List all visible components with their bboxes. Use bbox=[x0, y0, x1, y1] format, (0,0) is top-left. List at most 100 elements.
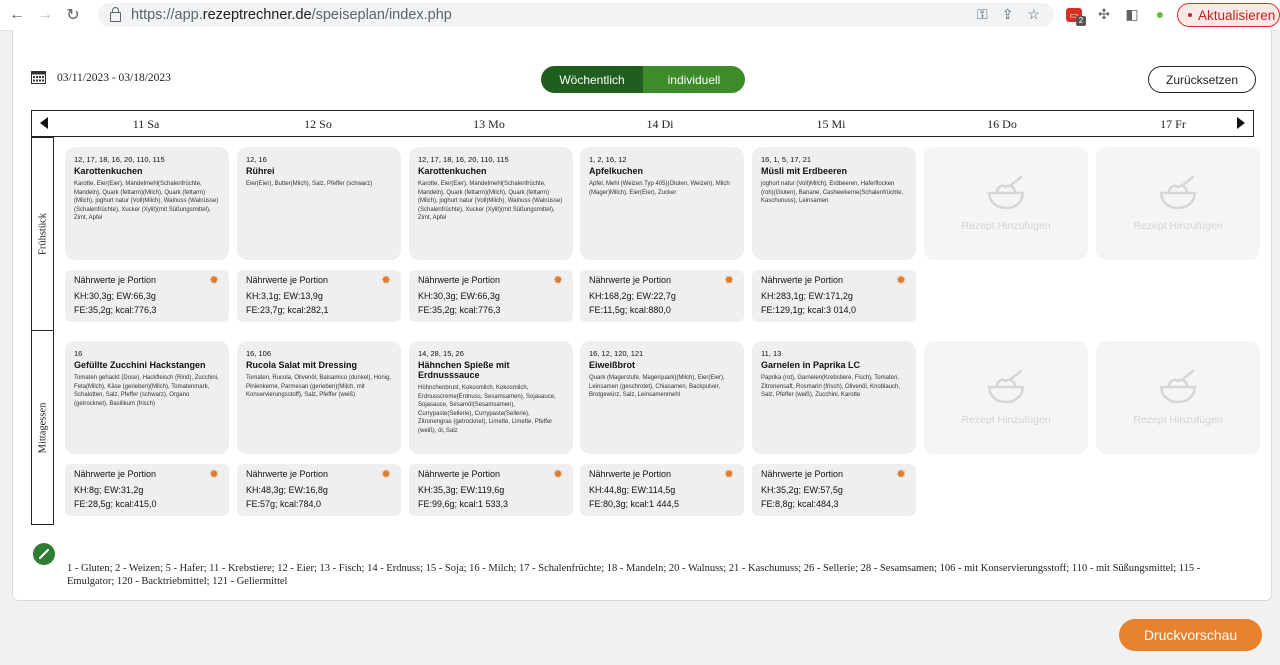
gear-icon[interactable]: ✹ bbox=[896, 274, 907, 286]
recipe-ingredients: Karotte, Eier(Eier), Mandelmehl(Schalenf… bbox=[418, 181, 563, 221]
gear-icon[interactable]: ✹ bbox=[553, 468, 564, 480]
nutrition-line: KH:8g; EW:31,2g bbox=[74, 485, 144, 495]
recipe-ingredients: Karotte, Eier(Eier), Mandelmehl(Schalenf… bbox=[74, 181, 219, 221]
forward-icon[interactable]: → bbox=[34, 4, 56, 26]
nutrition-box: Nährwerte je Portion ✹ KH:30,3g; EW:66,3g F… bbox=[409, 270, 573, 322]
gear-icon[interactable]: ✹ bbox=[724, 274, 735, 286]
add-recipe-label: Rezept Hinzufügen bbox=[961, 220, 1051, 232]
toggle-weekly[interactable]: Wöchentlich bbox=[541, 66, 643, 93]
recipe-title: Gefüllte Zucchini Hackstangen bbox=[74, 360, 206, 370]
add-recipe-slot[interactable]: Rezept Hinzufügen bbox=[924, 341, 1088, 454]
gear-icon[interactable]: ✹ bbox=[381, 468, 392, 480]
bowl-icon bbox=[1159, 175, 1197, 210]
recipe-title: Rührei bbox=[246, 166, 275, 176]
recipe-card[interactable]: 16 Gefüllte Zucchini Hackstangen Tomaten g… bbox=[65, 341, 229, 454]
recipe-ingredients: Tomaten, Rucola, Olivenöl, Balsamico (du… bbox=[246, 375, 392, 398]
recipe-title: Garnelen in Paprika LC bbox=[761, 360, 861, 370]
recipe-card[interactable]: 11, 13 Garnelen in Paprika LC Paprika (rot… bbox=[752, 341, 916, 454]
meal-row-breakfast: Frühstück bbox=[31, 137, 54, 331]
print-preview-button[interactable]: Druckvorschau bbox=[1119, 619, 1262, 651]
recipe-allergens: 16, 1, 5, 17, 21 bbox=[761, 155, 812, 164]
nutrition-line: FE:23,7g; kcal:282,1 bbox=[246, 305, 329, 315]
recipe-allergens: 16, 12, 120, 121 bbox=[589, 349, 644, 358]
back-icon[interactable]: ← bbox=[6, 4, 28, 26]
recipe-card[interactable]: 12, 17, 18, 16, 20, 110, 115 Karottenkuch… bbox=[409, 147, 573, 260]
day-label: 11 Sa bbox=[132, 117, 160, 131]
recipe-allergens: 16 bbox=[74, 349, 83, 358]
recipe-ingredients: Paprika (rot), Garnelen(Krebstiere, Fisc… bbox=[761, 375, 901, 398]
gear-icon[interactable]: ✹ bbox=[209, 274, 220, 286]
update-button[interactable]: Aktualisieren bbox=[1177, 3, 1280, 27]
url-text: https://app.rezeptrechner.de/speiseplan/… bbox=[131, 7, 452, 23]
sidebar-icon[interactable]: ◧ bbox=[1122, 4, 1142, 24]
edit-button[interactable] bbox=[33, 543, 55, 565]
day-label: 13 Mo bbox=[473, 117, 505, 131]
key-icon[interactable]: ⚿ bbox=[977, 6, 988, 23]
recipe-card[interactable]: 12, 17, 18, 16, 20, 110, 115 Karottenkuch… bbox=[65, 147, 229, 260]
puzzle-icon[interactable]: ✣ bbox=[1094, 4, 1114, 24]
recipe-ingredients: Apfel, Mehl (Weizen Typ 405)(Gluten, Wei… bbox=[589, 181, 730, 196]
add-recipe-slot[interactable]: Rezept Hinzufügen bbox=[1096, 341, 1260, 454]
address-bar[interactable]: https://app.rezeptrechner.de/speiseplan/… bbox=[98, 3, 1054, 27]
meal-plan-card: 03/11/2023 - 03/18/2023 Wöchentlich indi… bbox=[12, 30, 1272, 601]
pencil-icon bbox=[39, 549, 49, 559]
nutrition-title: Nährwerte je Portion bbox=[74, 469, 157, 479]
nutrition-line: KH:283,1g; EW:171,2g bbox=[761, 291, 853, 301]
gear-icon[interactable]: ✹ bbox=[724, 468, 735, 480]
nutrition-box: Nährwerte je Portion ✹ KH:3,1g; EW:13,9g FE… bbox=[237, 270, 401, 322]
nutrition-title: Nährwerte je Portion bbox=[589, 275, 672, 285]
recipe-title: Apfelkuchen bbox=[589, 166, 644, 176]
nutrition-box: Nährwerte je Portion ✹ KH:48,3g; EW:16,8g F… bbox=[237, 464, 401, 516]
browser-toolbar: ← → ↻ https://app.rezeptrechner.de/speis… bbox=[0, 0, 1280, 31]
nutrition-line: KH:30,3g; EW:66,3g bbox=[418, 291, 500, 301]
share-icon[interactable]: ⇪ bbox=[1002, 6, 1014, 23]
recipe-card[interactable]: 16, 106 Rucola Salat mit Dressing Tomaten,… bbox=[237, 341, 401, 454]
gear-icon[interactable]: ✹ bbox=[209, 468, 220, 480]
calendar-icon[interactable] bbox=[31, 70, 46, 84]
bowl-icon bbox=[987, 175, 1025, 210]
recipe-card[interactable]: 12, 16 Rührei Eier(Eier), Butter(Milch), S… bbox=[237, 147, 401, 260]
nutrition-line: KH:168,2g; EW:22,7g bbox=[589, 291, 676, 301]
reload-icon[interactable]: ↻ bbox=[62, 4, 84, 26]
day-label: 12 So bbox=[304, 117, 332, 131]
nutrition-line: KH:48,3g; EW:16,8g bbox=[246, 485, 328, 495]
recipe-card[interactable]: 1, 2, 16, 12 Apfelkuchen Apfel, Mehl (Weiz… bbox=[580, 147, 744, 260]
nutrition-title: Nährwerte je Portion bbox=[246, 469, 329, 479]
day-label: 16 Do bbox=[987, 117, 1017, 131]
recipe-allergens: 12, 17, 18, 16, 20, 110, 115 bbox=[418, 155, 509, 164]
nutrition-title: Nährwerte je Portion bbox=[246, 275, 329, 285]
recipe-allergens: 11, 13 bbox=[761, 349, 782, 358]
next-week-icon[interactable] bbox=[1237, 117, 1245, 129]
recipe-allergens: 1, 2, 16, 12 bbox=[589, 155, 627, 164]
profile-icon[interactable]: ● bbox=[1150, 4, 1170, 24]
recipe-card[interactable]: 14, 28, 15, 26 Hähnchen Spieße mit Erdnus… bbox=[409, 341, 573, 454]
add-recipe-slot[interactable]: Rezept Hinzufügen bbox=[924, 147, 1088, 260]
lock-icon bbox=[110, 7, 121, 22]
nutrition-line: KH:3,1g; EW:13,9g bbox=[246, 291, 323, 301]
recipe-ingredients: Hühnchenbrust, Kokosmilch, Kokosmilch, E… bbox=[418, 385, 556, 434]
view-toggle: Wöchentlich individuell bbox=[541, 66, 745, 93]
reset-button[interactable]: Zurücksetzen bbox=[1148, 66, 1256, 93]
add-recipe-label: Rezept Hinzufügen bbox=[961, 414, 1051, 426]
nutrition-line: KH:35,3g; EW:119,6g bbox=[418, 485, 505, 495]
star-icon[interactable]: ☆ bbox=[1027, 6, 1040, 23]
add-recipe-slot[interactable]: Rezept Hinzufügen bbox=[1096, 147, 1260, 260]
recipe-card[interactable]: 16, 1, 5, 17, 21 Müsli mit Erdbeeren joghu… bbox=[752, 147, 916, 260]
recipe-card[interactable]: 16, 12, 120, 121 Eiweißbrot Quark (Magerst… bbox=[580, 341, 744, 454]
day-label: 15 Mi bbox=[816, 117, 846, 131]
gear-icon[interactable]: ✹ bbox=[896, 468, 907, 480]
recipe-title: Rucola Salat mit Dressing bbox=[246, 360, 358, 370]
nutrition-line: KH:35,2g; EW:57,5g bbox=[761, 485, 843, 495]
toggle-individual[interactable]: individuell bbox=[643, 66, 745, 93]
date-range[interactable]: 03/11/2023 - 03/18/2023 bbox=[57, 72, 171, 84]
nutrition-title: Nährwerte je Portion bbox=[74, 275, 157, 285]
recipe-title: Hähnchen Spieße mit Erdnusssauce bbox=[418, 360, 510, 380]
prev-week-icon[interactable] bbox=[40, 117, 48, 129]
nutrition-line: FE:11,5g; kcal:880,0 bbox=[589, 305, 671, 315]
gear-icon[interactable]: ✹ bbox=[553, 274, 564, 286]
meal-row-label: Frühstück bbox=[37, 213, 48, 255]
nutrition-line: FE:35,2g; kcal:776,3 bbox=[418, 305, 501, 315]
recipe-allergens: 16, 106 bbox=[246, 349, 272, 358]
gear-icon[interactable]: ✹ bbox=[381, 274, 392, 286]
nutrition-box: Nährwerte je Portion ✹ KH:283,1g; EW:171,2… bbox=[752, 270, 916, 322]
